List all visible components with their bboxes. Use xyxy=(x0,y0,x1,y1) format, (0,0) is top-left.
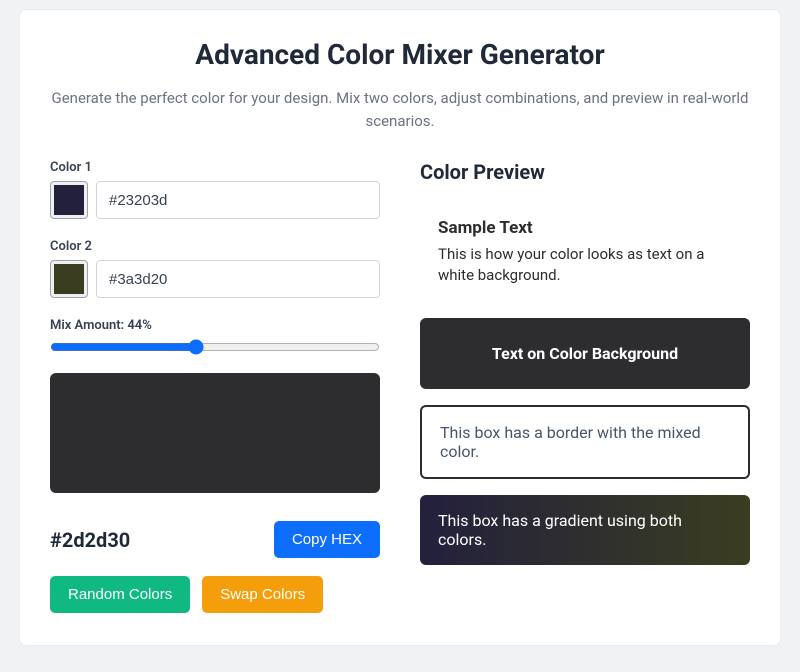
sample-text-desc: This is how your color looks as text on … xyxy=(438,244,732,286)
color2-swatch[interactable] xyxy=(50,260,88,298)
color2-swatch-inner xyxy=(54,264,84,294)
mix-amount-label: Mix Amount: 44% xyxy=(50,318,380,333)
random-colors-button[interactable]: Random Colors xyxy=(50,576,190,613)
sample-text-heading: Sample Text xyxy=(438,218,732,238)
color1-input[interactable] xyxy=(96,181,380,219)
swap-colors-button[interactable]: Swap Colors xyxy=(202,576,323,613)
preview-border-block: This box has a border with the mixed col… xyxy=(420,405,750,479)
color-preview-heading: Color Preview xyxy=(420,160,750,184)
color2-label: Color 2 xyxy=(50,239,380,254)
color1-swatch-inner xyxy=(54,185,84,215)
page-subtitle: Generate the perfect color for your desi… xyxy=(50,87,750,132)
color1-swatch[interactable] xyxy=(50,181,88,219)
color2-input[interactable] xyxy=(96,260,380,298)
preview-text-on-color-block: Text on Color Background xyxy=(420,318,750,389)
mixed-color-box xyxy=(50,373,380,493)
page-title: Advanced Color Mixer Generator xyxy=(50,38,750,71)
mixed-hex-value: #2d2d30 xyxy=(50,528,130,552)
preview-gradient-block: This box has a gradient using both color… xyxy=(420,495,750,565)
mix-amount-slider[interactable] xyxy=(50,339,380,355)
preview-sample-text-block: Sample Text This is how your color looks… xyxy=(420,202,750,302)
color1-label: Color 1 xyxy=(50,160,380,175)
copy-hex-button[interactable]: Copy HEX xyxy=(274,521,380,558)
